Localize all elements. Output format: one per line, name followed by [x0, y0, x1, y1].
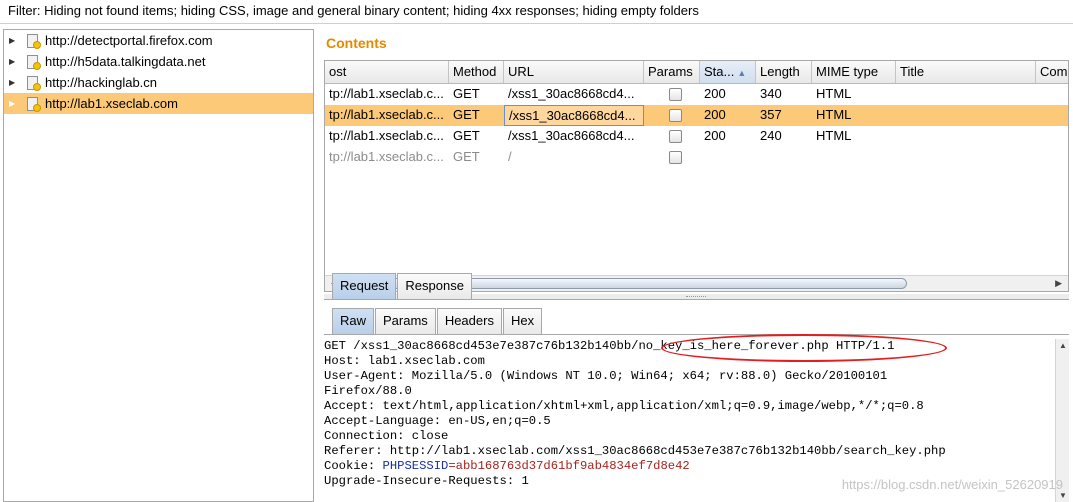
header-cookie: Cookie: PHPSESSID=abb168763d37d61bf9ab48… — [324, 459, 1055, 474]
cell-method: GET — [453, 149, 480, 164]
cell-length: 240 — [760, 128, 782, 143]
site-folder-icon — [25, 54, 41, 70]
expand-arrow-icon[interactable]: ▶ — [9, 36, 17, 45]
expand-arrow-icon[interactable]: ▶ — [9, 57, 17, 66]
tree-item-detectportal[interactable]: ▶ http://detectportal.firefox.com — [4, 30, 313, 51]
site-folder-icon — [25, 33, 41, 49]
contents-title: Contents — [326, 35, 387, 51]
cookie-key: PHPSESSID — [382, 459, 449, 473]
tab-raw[interactable]: Raw — [332, 308, 375, 334]
column-status[interactable]: Sta... ▲ — [700, 61, 756, 83]
site-map-tree: ▶ http://detectportal.firefox.com ▶ http… — [3, 29, 314, 502]
tree-item-hackinglab[interactable]: ▶ http://hackinglab.cn — [4, 72, 313, 93]
params-checkbox[interactable] — [669, 88, 682, 101]
column-params[interactable]: Params — [644, 61, 700, 83]
cell-method: GET — [453, 128, 480, 143]
scroll-right-icon[interactable]: ▶ — [1055, 278, 1062, 289]
column-method[interactable]: Method — [449, 61, 504, 83]
column-mime[interactable]: MIME type — [812, 61, 896, 83]
cell-status: 200 — [704, 107, 726, 122]
cell-url: /xss1_30ac8668cd4... — [504, 105, 644, 126]
column-url[interactable]: URL — [504, 61, 644, 83]
header-user-agent-cont: Firefox/88.0 — [324, 384, 412, 398]
cell-mime: HTML — [816, 86, 852, 101]
cell-length: 340 — [760, 86, 782, 101]
table-row[interactable]: tp://lab1.xseclab.c... GET / — [325, 147, 1068, 168]
table-row[interactable]: tp://lab1.xseclab.c... GET /xss1_30ac866… — [325, 126, 1068, 147]
params-checkbox[interactable] — [669, 109, 682, 122]
watermark: https://blog.csdn.net/weixin_52620919 — [841, 477, 1063, 492]
cell-params — [644, 105, 700, 126]
contents-table: ost Method URL Params Sta... ▲ Length MIM… — [324, 60, 1069, 292]
scroll-up-icon[interactable]: ▲ — [1059, 341, 1067, 350]
cell-host: tp://lab1.xseclab.c... — [329, 86, 444, 101]
table-row[interactable]: tp://lab1.xseclab.c... GET /xss1_30ac866… — [325, 84, 1068, 105]
cell-url: /xss1_30ac8668cd4... — [508, 86, 635, 101]
expand-arrow-icon[interactable]: ▶ — [9, 99, 17, 108]
params-checkbox[interactable] — [669, 130, 682, 143]
tree-item-label: http://h5data.talkingdata.net — [45, 54, 206, 69]
table-row[interactable]: tp://lab1.xseclab.c... GET /xss1_30ac866… — [325, 105, 1068, 126]
site-folder-icon — [25, 96, 41, 112]
red-ellipse-annotation — [661, 334, 947, 362]
message-view-tabs: Raw Params Headers Hex — [332, 308, 543, 334]
tree-item-label: http://detectportal.firefox.com — [45, 33, 213, 48]
content-panel: Contents ost Method URL Params Sta... ▲ L… — [320, 29, 1073, 502]
header-accept: Accept: text/html,application/xhtml+xml,… — [324, 399, 924, 413]
cell-method: GET — [453, 86, 480, 101]
scroll-down-icon[interactable]: ▼ — [1059, 491, 1067, 500]
params-checkbox[interactable] — [669, 151, 682, 164]
cell-mime: HTML — [816, 128, 852, 143]
column-status-label: Sta... — [704, 64, 735, 79]
cell-params — [644, 126, 700, 147]
sort-ascending-icon: ▲ — [737, 68, 747, 78]
filter-bar[interactable]: Filter: Hiding not found items; hiding C… — [0, 0, 1073, 24]
column-comment[interactable]: Com — [1036, 61, 1068, 83]
cookie-label: Cookie: — [324, 459, 383, 473]
tab-response[interactable]: Response — [397, 273, 472, 299]
tree-item-label: http://lab1.xseclab.com — [45, 96, 178, 111]
cell-status: 200 — [704, 86, 726, 101]
cell-host: tp://lab1.xseclab.c... — [329, 128, 444, 143]
cell-mime: HTML — [816, 107, 852, 122]
tree-item-label: http://hackinglab.cn — [45, 75, 158, 90]
tree-item-xseclab[interactable]: ▶ http://lab1.xseclab.com — [4, 93, 313, 114]
header-accept-language: Accept-Language: en-US,en;q=0.5 — [324, 414, 551, 428]
column-host[interactable]: ost — [325, 61, 449, 83]
header-connection: Connection: close — [324, 429, 449, 443]
cell-status: 200 — [704, 128, 726, 143]
cell-url: / — [508, 149, 512, 164]
cell-host: tp://lab1.xseclab.c... — [329, 107, 444, 122]
tab-divider — [324, 334, 1069, 335]
splitter-grip[interactable] — [686, 296, 706, 298]
table-header: ost Method URL Params Sta... ▲ Length MIM… — [325, 61, 1068, 84]
column-length[interactable]: Length — [756, 61, 812, 83]
header-referer: Referer: http://lab1.xseclab.com/xss1_30… — [324, 444, 946, 458]
cell-method: GET — [453, 107, 480, 122]
tab-request[interactable]: Request — [332, 273, 397, 299]
site-folder-icon — [25, 75, 41, 91]
cookie-value: =abb168763d37d61bf9ab4834ef7d8e42 — [448, 459, 690, 473]
column-title[interactable]: Title — [896, 61, 1036, 83]
header-user-agent: User-Agent: Mozilla/5.0 (Windows NT 10.0… — [324, 369, 888, 383]
request-response-tabs: Request Response — [332, 273, 473, 299]
cell-url: /xss1_30ac8668cd4... — [508, 128, 635, 143]
tab-hex[interactable]: Hex — [502, 308, 543, 334]
tab-params[interactable]: Params — [375, 308, 436, 334]
tree-item-talkingdata[interactable]: ▶ http://h5data.talkingdata.net — [4, 51, 313, 72]
cell-length: 357 — [760, 107, 782, 122]
cell-params — [644, 147, 700, 168]
cell-host: tp://lab1.xseclab.c... — [329, 149, 444, 164]
cell-params — [644, 84, 700, 105]
tab-headers[interactable]: Headers — [436, 308, 502, 334]
tab-divider — [324, 299, 1069, 300]
expand-arrow-icon[interactable]: ▶ — [9, 78, 17, 87]
